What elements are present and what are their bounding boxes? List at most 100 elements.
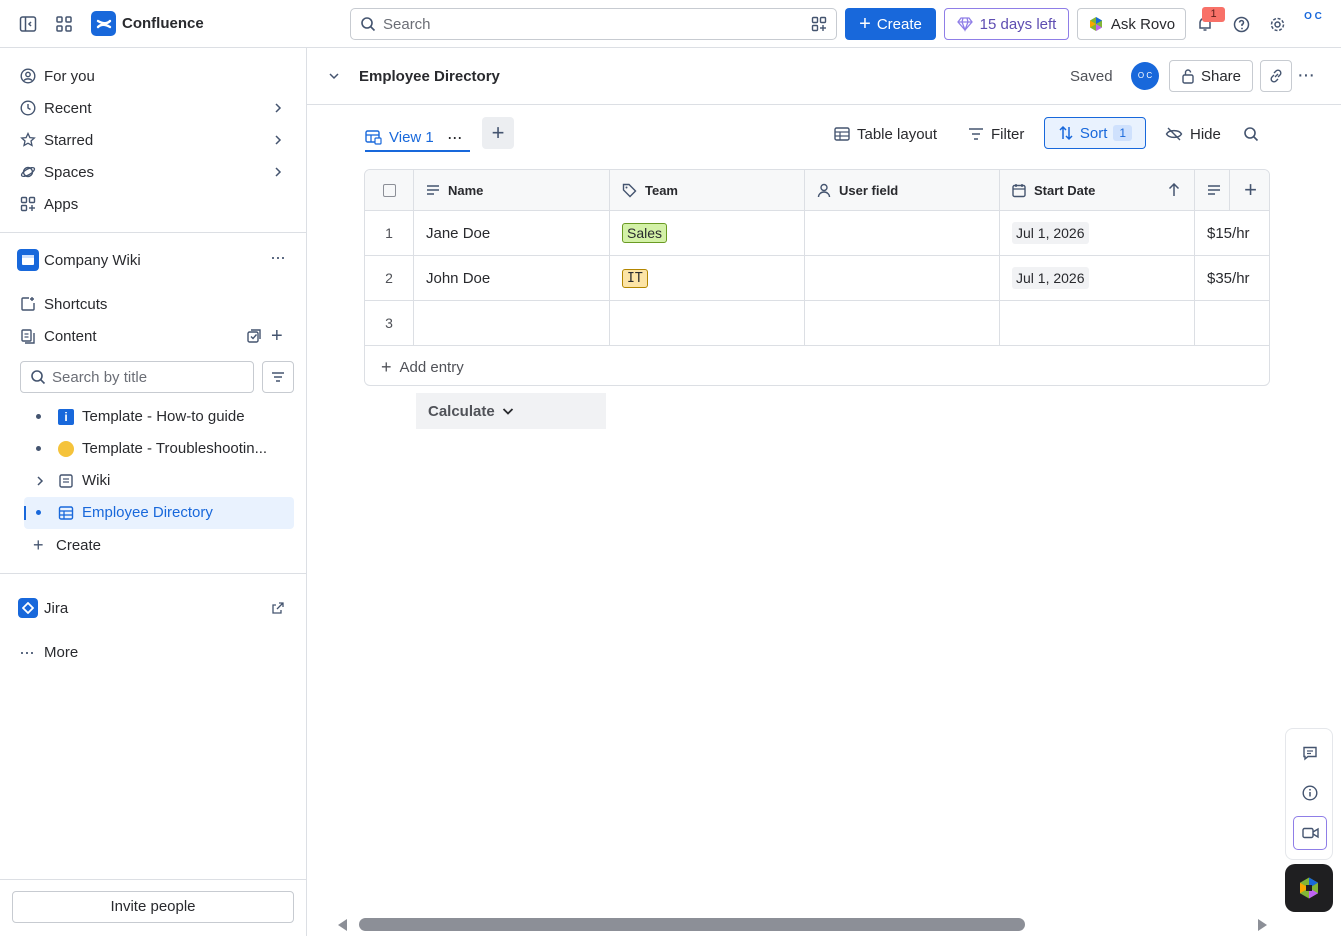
name-cell[interactable]: John Doe	[414, 256, 610, 300]
table-layout-button[interactable]: Table layout	[834, 119, 937, 149]
confluence-logo-icon[interactable]	[91, 11, 116, 36]
search-filters-icon[interactable]	[811, 16, 827, 32]
start-date-cell[interactable]	[1000, 301, 1195, 345]
plus-icon: +	[859, 13, 871, 35]
rate-cell[interactable]: $35/hr	[1195, 256, 1269, 300]
page-more-actions-icon[interactable]: ···	[1297, 64, 1315, 87]
info-icon	[1302, 785, 1318, 801]
table-search-icon[interactable]	[1242, 125, 1260, 143]
tree-item-wiki[interactable]: Wiki	[24, 465, 294, 497]
tab-view-1[interactable]: View 1 ···	[365, 122, 463, 152]
sidebar-item-jira[interactable]: Jira	[0, 592, 307, 624]
add-column-button[interactable]: +	[1230, 170, 1269, 210]
name-cell[interactable]	[414, 301, 610, 345]
rate-cell[interactable]	[1195, 301, 1269, 345]
sidebar-item-starred[interactable]: Starred	[0, 124, 307, 156]
scrollbar-thumb[interactable]	[359, 918, 1025, 931]
select-all-checkbox[interactable]	[382, 183, 396, 197]
chevron-right-icon[interactable]	[34, 475, 46, 487]
rovo-chat-button[interactable]	[1285, 864, 1333, 912]
global-search-input[interactable]: Search	[350, 8, 837, 40]
filter-button[interactable]: Filter	[968, 119, 1024, 149]
app-brand[interactable]: Confluence	[122, 15, 204, 32]
chevron-right-icon[interactable]	[272, 166, 284, 178]
search-by-title-input[interactable]: Search by title	[20, 361, 254, 393]
team-cell[interactable]: IT	[610, 256, 805, 300]
space-header[interactable]: Company Wiki ···	[0, 244, 307, 276]
table-row[interactable]: 2 John Doe IT Jul 1, 2026 $35/hr	[365, 256, 1269, 301]
ask-rovo-button[interactable]: Ask Rovo	[1077, 8, 1186, 40]
video-button[interactable]	[1293, 816, 1327, 850]
apps-grid-icon	[20, 196, 36, 212]
row-number: 3	[365, 301, 414, 345]
sidebar-item-content[interactable]: Content +	[0, 320, 307, 352]
space-icon	[17, 249, 39, 271]
external-link-icon[interactable]	[271, 601, 285, 615]
column-header-name[interactable]: Name	[414, 170, 610, 210]
table-row[interactable]: 1 Jane Doe Sales Jul 1, 2026 $15/hr	[365, 211, 1269, 256]
user-avatar[interactable]: O C	[1300, 12, 1326, 36]
copy-link-button[interactable]	[1260, 60, 1292, 92]
share-label: Share	[1200, 67, 1242, 85]
team-cell[interactable]: Sales	[610, 211, 805, 255]
notification-count-badge: 1	[1202, 7, 1225, 22]
bulk-select-icon[interactable]	[246, 328, 262, 344]
column-header-user-field[interactable]: User field	[805, 170, 1000, 210]
user-field-cell[interactable]	[805, 256, 1000, 300]
comments-button[interactable]	[1294, 737, 1326, 769]
details-button[interactable]	[1294, 777, 1326, 809]
bullet	[36, 446, 41, 451]
tree-item-employee-directory[interactable]: Employee Directory	[24, 497, 294, 529]
chevron-down-icon[interactable]	[328, 70, 340, 82]
team-cell[interactable]	[610, 301, 805, 345]
trial-button[interactable]: 15 days left	[944, 8, 1069, 40]
sidebar-item-spaces[interactable]: Spaces	[0, 156, 307, 188]
tree-item-troubleshooting[interactable]: Template - Troubleshootin...	[24, 433, 294, 465]
share-button[interactable]: Share	[1169, 60, 1253, 92]
add-entry-button[interactable]: + Add entry	[365, 347, 1269, 385]
page-title: Employee Directory	[359, 68, 500, 85]
add-view-button[interactable]: +	[482, 117, 514, 149]
sidebar-item-shortcuts[interactable]: Shortcuts	[0, 288, 307, 320]
invite-people-button[interactable]: Invite people	[12, 891, 294, 923]
column-header-team[interactable]: Team	[610, 170, 805, 210]
start-date-cell[interactable]: Jul 1, 2026	[1000, 256, 1195, 300]
sidebar-item-for-you[interactable]: For you	[0, 60, 307, 92]
tree-item-how-to-guide[interactable]: i Template - How-to guide	[24, 401, 294, 433]
column-header-start-date[interactable]: Start Date	[1000, 170, 1195, 210]
sidebar-item-apps[interactable]: Apps	[0, 188, 307, 220]
calculate-dropdown[interactable]: Calculate	[416, 393, 606, 429]
help-icon[interactable]	[1232, 15, 1250, 33]
create-button[interactable]: + Create	[845, 8, 936, 40]
horizontal-scrollbar[interactable]	[336, 914, 1272, 936]
user-field-cell[interactable]	[805, 211, 1000, 255]
database-table-icon	[58, 506, 74, 520]
settings-gear-icon[interactable]	[1268, 15, 1286, 33]
sort-button[interactable]: Sort 1	[1044, 117, 1146, 149]
scroll-right-arrow-icon[interactable]	[1257, 918, 1269, 932]
hide-button[interactable]: Hide	[1165, 119, 1221, 149]
more-options-icon[interactable]: ···	[270, 247, 286, 268]
sidebar-toggle-icon[interactable]	[18, 14, 38, 34]
table-row[interactable]: 3	[365, 301, 1269, 346]
add-content-icon[interactable]: +	[271, 325, 283, 348]
user-field-cell[interactable]	[805, 301, 1000, 345]
rate-cell[interactable]: $15/hr	[1195, 211, 1269, 255]
sort-ascending-arrow-icon[interactable]	[1168, 183, 1180, 197]
info-emoji-icon: i	[58, 409, 74, 425]
column-header-rate[interactable]	[1195, 170, 1230, 210]
collaborator-avatar[interactable]: O C	[1131, 62, 1159, 90]
chevron-right-icon[interactable]	[272, 102, 284, 114]
sidebar-item-more[interactable]: ··· More	[0, 636, 307, 668]
sidebar-create-button[interactable]: + Create	[0, 529, 307, 561]
scroll-left-arrow-icon[interactable]	[336, 918, 348, 932]
sidebar-item-label: More	[44, 643, 79, 661]
start-date-cell[interactable]: Jul 1, 2026	[1000, 211, 1195, 255]
sidebar-item-recent[interactable]: Recent	[0, 92, 307, 124]
sidebar-item-label: Content	[44, 327, 97, 345]
name-cell[interactable]: Jane Doe	[414, 211, 610, 255]
view-more-icon[interactable]: ···	[447, 127, 463, 148]
chevron-right-icon[interactable]	[272, 134, 284, 146]
app-switcher-icon[interactable]	[54, 14, 74, 34]
content-filter-button[interactable]	[262, 361, 294, 393]
